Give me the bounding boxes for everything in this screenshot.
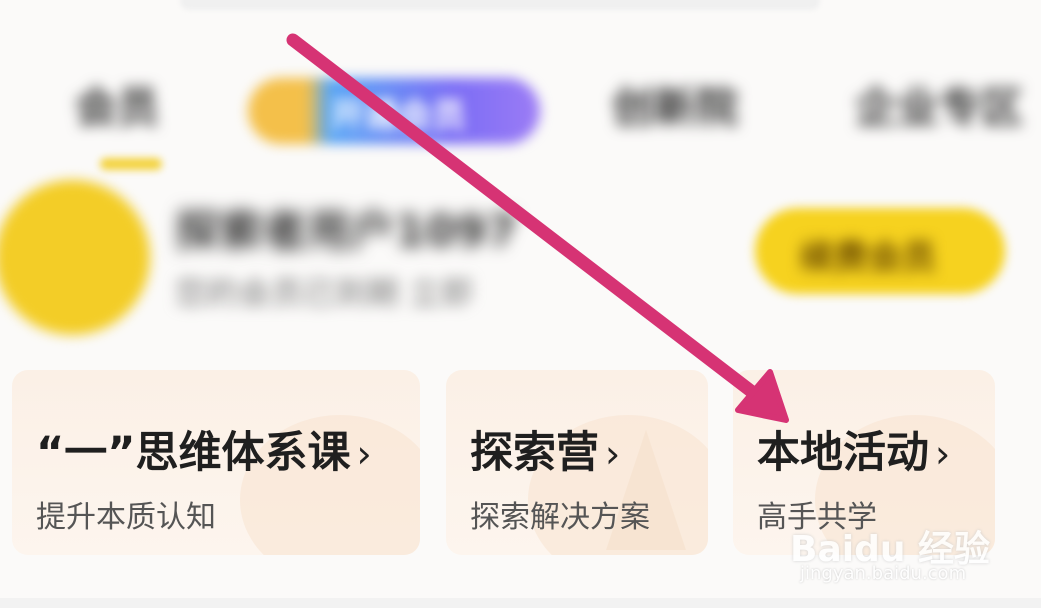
arrow-icon — [286, 33, 789, 423]
